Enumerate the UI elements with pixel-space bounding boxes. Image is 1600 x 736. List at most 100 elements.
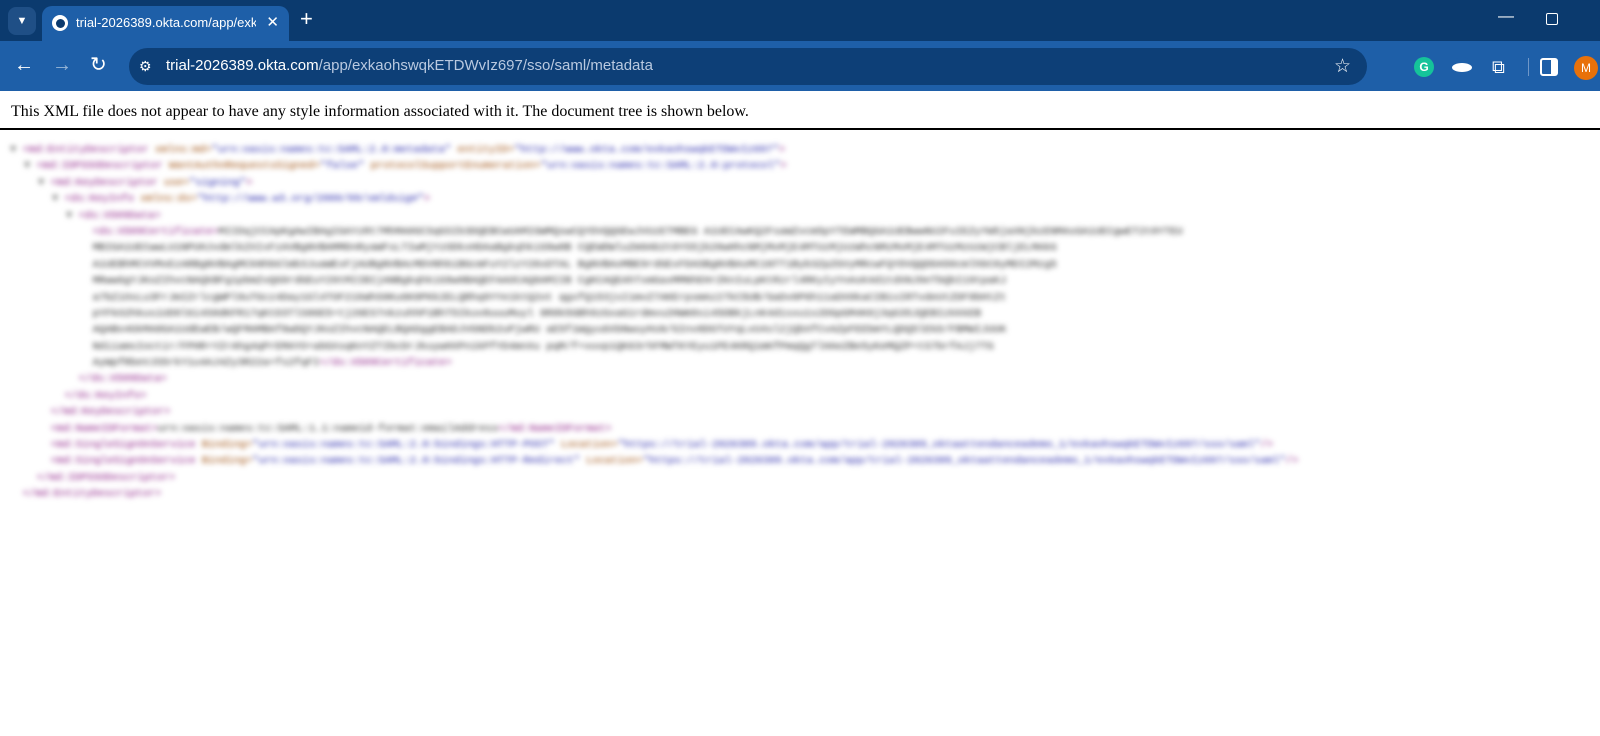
url-host: trial-2026389.okta.com bbox=[166, 57, 319, 74]
xml-line: A1UEBhMCVVMxEzARBgNVBAgMCkNhbGlmb3JuaWEx… bbox=[10, 257, 1298, 273]
collapse-triangle-icon[interactable]: ▼ bbox=[10, 144, 23, 156]
grammarly-extension-icon[interactable]: G bbox=[1414, 57, 1434, 77]
xml-token: WantAuthnRequestsSigned= bbox=[168, 160, 321, 173]
xml-token: NdiiamsIoctir/FPHR+YZrAhg4qPrEMAYO+abGXs… bbox=[92, 340, 994, 353]
tab-strip: ▼ trial-2026389.okta.com/app/exk ✕ + — bbox=[0, 0, 1600, 41]
xml-token: "urn:oasis:names:tc:SAML:2.0:protocol" bbox=[540, 160, 781, 173]
xml-token: <md:SingleSignOnService bbox=[50, 455, 202, 468]
collapse-triangle-icon bbox=[38, 455, 51, 467]
xml-token: protocolSupportEnumeration= bbox=[370, 160, 541, 173]
collapse-triangle-icon bbox=[80, 324, 93, 336]
xml-line: ▼ <md:EntityDescriptor xmlns:md="urn:oas… bbox=[10, 142, 1298, 158]
collapse-triangle-icon[interactable]: ▼ bbox=[66, 210, 79, 222]
xml-token: <ds:KeyInfo bbox=[64, 193, 141, 206]
xml-token: </ds:X509Certificate> bbox=[319, 357, 452, 370]
url-path: /app/exkaohswqkETDWvIz697/sso/saml/metad… bbox=[318, 57, 653, 74]
xml-token: <md:EntityDescriptor bbox=[22, 144, 155, 156]
xml-line: <md:SingleSignOnService Binding="urn:oas… bbox=[10, 453, 1299, 469]
address-bar[interactable]: ⚙ trial-2026389.okta.com/app/exkaohswqkE… bbox=[129, 48, 1367, 85]
collapse-triangle-icon bbox=[52, 390, 65, 402]
xml-token: Location= bbox=[561, 439, 618, 452]
toolbar-divider bbox=[1528, 58, 1529, 76]
xml-token: > bbox=[423, 193, 431, 206]
collapse-triangle-icon bbox=[80, 226, 93, 238]
tab-title: trial-2026389.okta.com/app/exk bbox=[76, 15, 256, 30]
xml-line: ▼ <md:KeyDescriptor use="signing"> bbox=[10, 175, 1298, 191]
extension-icon[interactable] bbox=[1452, 57, 1472, 77]
collapse-triangle-icon bbox=[24, 472, 37, 484]
xml-token: AQABo4GkMA8GA1UdEwEB/wQFMAMBAf8wDQYJKoZI… bbox=[92, 324, 1007, 337]
collapse-triangle-icon bbox=[80, 275, 93, 287]
xml-line: AQABo4GkMA8GA1UdEwEB/wQFMAMBAf8wDQYJKoZI… bbox=[10, 322, 1298, 338]
collapse-triangle-icon bbox=[80, 292, 93, 304]
minimize-icon[interactable]: — bbox=[1498, 8, 1514, 26]
close-icon[interactable]: ✕ bbox=[266, 13, 279, 31]
xml-token: "https://trial-2026389.okta.com/app/tria… bbox=[617, 439, 1261, 452]
xml-token: use= bbox=[164, 176, 190, 189]
xml-token: MRwwGgYJKoZIhvcNAQkBFg1pbmZvQG9rdGEuY29t… bbox=[92, 275, 1007, 288]
xml-token: pYFkO2hkusiUD9l6i4S0dKFR17qKtD3TlS86E5+t… bbox=[92, 307, 982, 320]
xml-line: NdiiamsIoctir/FPHR+YZrAhg4qPrEMAYO+abGXs… bbox=[10, 339, 1298, 355]
xml-token: "urn:oasis:names:tc:SAML:2.0:bindings:HT… bbox=[252, 455, 587, 468]
xml-token: "signing" bbox=[189, 176, 246, 189]
collapse-triangle-icon bbox=[80, 357, 93, 369]
collapse-triangle-icon bbox=[80, 308, 93, 320]
notice-divider bbox=[0, 128, 1600, 130]
tab-active[interactable]: trial-2026389.okta.com/app/exk ✕ bbox=[42, 6, 289, 41]
collapse-triangle-icon[interactable]: ▼ bbox=[38, 177, 51, 189]
profile-avatar[interactable]: M bbox=[1574, 56, 1598, 80]
xml-token: "http://www.okta.com/exkaohswqkETDWvIz69… bbox=[514, 144, 779, 156]
xml-line: MBIGA1UECwwLU1NPUHJvdmlkZXIxFzAVBgNVBAMM… bbox=[10, 240, 1298, 256]
restore-icon[interactable] bbox=[1546, 13, 1558, 25]
xml-document-tree: ▼ <md:EntityDescriptor xmlns:md="urn:oas… bbox=[10, 142, 1298, 503]
xml-token: > bbox=[780, 160, 787, 173]
xml-line: ▼ <ds:X509Data> bbox=[10, 208, 1298, 224]
xml-line: <md:SingleSignOnService Binding="urn:oas… bbox=[10, 437, 1298, 453]
xml-token: "https://trial-2026389.okta.com/app/tria… bbox=[642, 455, 1286, 468]
xml-token: <md:SingleSignOnService bbox=[50, 439, 202, 452]
okta-favicon-icon bbox=[52, 15, 68, 31]
xml-token: a7bZiOsLu3FrJmIZrlcgWPl9uTGcz4Day1Gl4TOF… bbox=[92, 291, 1007, 304]
collapse-triangle-icon bbox=[38, 423, 51, 435]
xml-line: </ds:KeyInfo> bbox=[10, 388, 1298, 404]
xml-line: pYFkO2hkusiUD9l6i4S0dKFR17qKtD3TlS86E5+t… bbox=[10, 306, 1298, 322]
new-tab-button[interactable]: + bbox=[300, 8, 313, 30]
xml-token: <ds:X509Data> bbox=[78, 209, 161, 222]
xml-line: MRwwGgYJKoZIhvcNAQkBFg1pbmZvQG9rdGEuY29t… bbox=[10, 273, 1298, 289]
xml-line: </ds:X509Data> bbox=[10, 371, 1298, 387]
xml-token: <md:IDPSSODescriptor bbox=[36, 160, 169, 173]
xml-token: <ds:X509Certificate> bbox=[92, 225, 219, 238]
collapse-triangle-icon[interactable]: ▼ bbox=[52, 193, 65, 205]
collapse-triangle-icon bbox=[80, 242, 93, 254]
bookmark-star-icon[interactable]: ☆ bbox=[1334, 55, 1351, 78]
side-panel-icon[interactable] bbox=[1540, 58, 1558, 76]
collapse-triangle-icon bbox=[80, 341, 93, 353]
forward-icon[interactable]: → bbox=[52, 54, 72, 76]
xml-token: urn:oasis:names:tc:SAML:1.1:nameid-forma… bbox=[157, 422, 498, 435]
reload-icon[interactable]: ↻ bbox=[90, 54, 107, 76]
xml-line: ▼ <ds:KeyInfo xmlns:ds="http://www.w3.or… bbox=[10, 191, 1298, 207]
url-text[interactable]: trial-2026389.okta.com/app/exkaohswqkETD… bbox=[166, 57, 653, 74]
xml-token: </md:IDPSSODescriptor> bbox=[36, 471, 176, 484]
xml-token: AyWpfRbeVJS5rkY1u4AJ4Zy3R22a+fs2fqFI bbox=[92, 357, 320, 370]
back-icon[interactable]: ← bbox=[14, 54, 34, 76]
xml-line: <ds:X509Certificate>MIIDqjCCApKgAwIBAgIG… bbox=[10, 224, 1298, 240]
xml-line: <md:NameIDFormat>urn:oasis:names:tc:SAML… bbox=[10, 421, 1298, 437]
collapse-triangle-icon bbox=[10, 488, 23, 500]
collapse-triangle-icon[interactable]: ▼ bbox=[24, 160, 37, 172]
tab-search-button[interactable]: ▼ bbox=[8, 7, 36, 35]
xml-token: xmlns:ds= bbox=[140, 193, 197, 206]
site-info-icon[interactable]: ⚙ bbox=[139, 58, 155, 74]
collapse-triangle-icon bbox=[80, 259, 93, 271]
xml-token: /> bbox=[1285, 455, 1299, 468]
xml-token: "urn:oasis:names:tc:SAML:2.0:metadata" bbox=[211, 144, 458, 156]
xml-style-notice: This XML file does not appear to have an… bbox=[11, 103, 749, 120]
xml-token: <md:KeyDescriptor bbox=[50, 176, 165, 189]
xml-line: </md:EntityDescriptor> bbox=[10, 486, 1298, 502]
xml-token: Binding= bbox=[201, 439, 253, 452]
xml-token: "urn:oasis:names:tc:SAML:2.0:bindings:HT… bbox=[252, 439, 562, 452]
xml-token: > bbox=[778, 144, 786, 156]
xml-token: entityID= bbox=[457, 144, 515, 156]
extensions-puzzle-icon[interactable]: ⧉ bbox=[1492, 57, 1512, 77]
xml-token: <md:NameIDFormat> bbox=[50, 422, 158, 435]
